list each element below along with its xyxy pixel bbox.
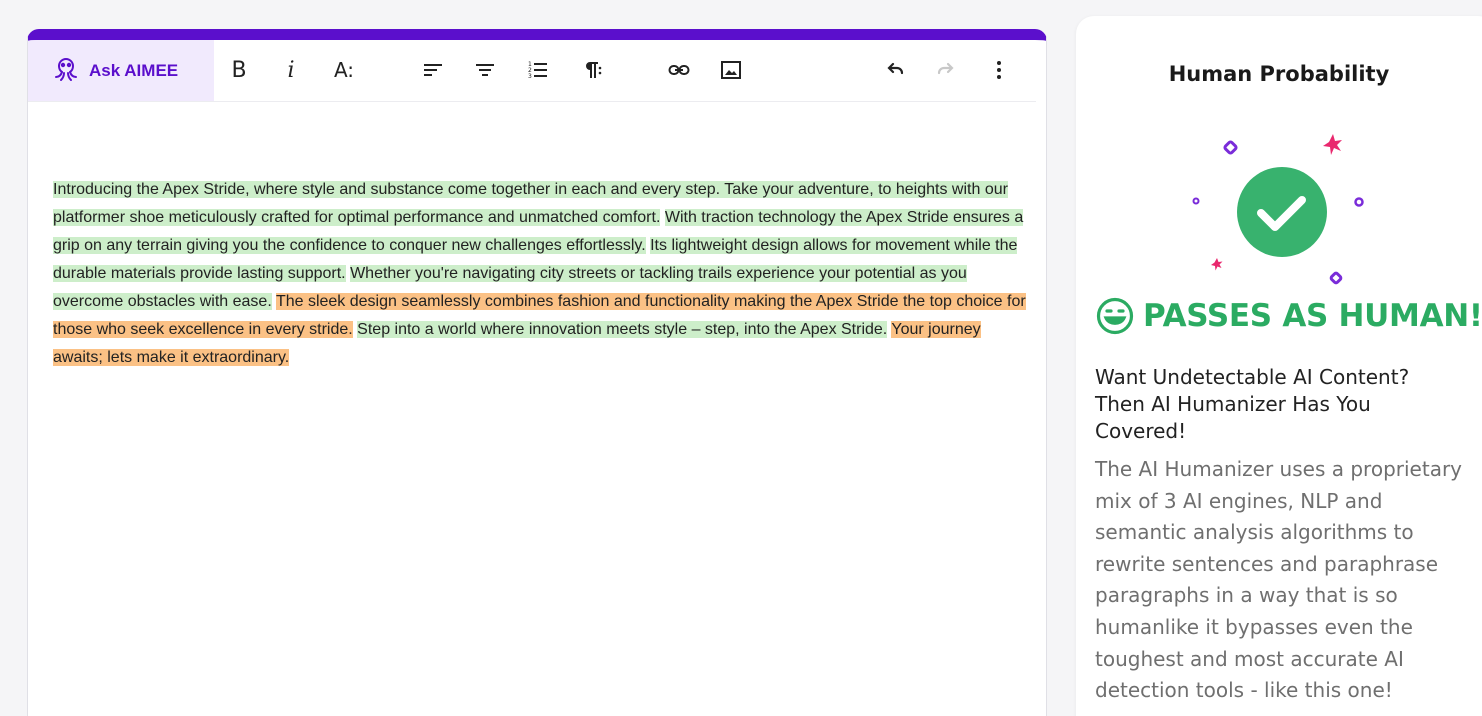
redo-button[interactable] bbox=[931, 54, 963, 86]
more-vert-icon bbox=[997, 61, 1001, 79]
image-icon bbox=[721, 61, 741, 79]
smile-icon bbox=[1096, 297, 1134, 335]
svg-text:3: 3 bbox=[528, 73, 532, 80]
result-title: Human Probability bbox=[1168, 62, 1390, 86]
undo-button[interactable] bbox=[878, 54, 910, 86]
editor-panel: Ask AIMEE B i A: 123 Introducing the Ape… bbox=[27, 29, 1047, 716]
promo-heading: Want Undetectable AI Content? Then AI Hu… bbox=[1095, 365, 1410, 443]
link-icon bbox=[668, 65, 690, 75]
octopus-icon bbox=[51, 53, 81, 88]
insert-image-button[interactable] bbox=[715, 54, 747, 86]
align-left-button[interactable] bbox=[417, 54, 449, 86]
font-size-icon: A: bbox=[333, 58, 355, 82]
result-card: Human Probability PASSES AS HUMAN! Want … bbox=[1076, 16, 1482, 716]
numbered-list-button[interactable]: 123 bbox=[522, 54, 554, 86]
more-options-button[interactable] bbox=[983, 54, 1015, 86]
ask-aimee-label: Ask AIMEE bbox=[89, 60, 179, 80]
italic-button[interactable]: i bbox=[275, 54, 307, 86]
document-text[interactable]: Introducing the Apex Stride, where style… bbox=[53, 176, 1028, 372]
align-center-button[interactable] bbox=[469, 54, 501, 86]
bold-button[interactable]: B bbox=[223, 54, 255, 86]
promo-body: The AI Humanizer uses a proprietary mix … bbox=[1095, 457, 1463, 703]
align-center-icon bbox=[476, 64, 494, 76]
sentence-human: Step into a world where innovation meets… bbox=[357, 321, 888, 338]
align-left-icon bbox=[424, 64, 442, 76]
undo-icon bbox=[887, 62, 904, 75]
italic-icon: i bbox=[287, 57, 295, 83]
bold-icon: B bbox=[231, 57, 247, 83]
ask-aimee-button[interactable]: Ask AIMEE bbox=[28, 40, 214, 101]
editor-toolbar: Ask AIMEE B i A: 123 bbox=[28, 40, 1036, 102]
insert-link-button[interactable] bbox=[663, 54, 695, 86]
font-size-button[interactable]: A: bbox=[328, 54, 360, 86]
check-circle-icon bbox=[1192, 134, 1364, 285]
paragraph-button[interactable] bbox=[575, 54, 607, 86]
numbered-list-icon: 123 bbox=[528, 61, 547, 80]
redo-icon bbox=[937, 62, 954, 75]
verdict-text: PASSES AS HUMAN! bbox=[1143, 298, 1482, 334]
paragraph-icon bbox=[586, 62, 602, 78]
verdict: PASSES AS HUMAN! bbox=[1095, 296, 1482, 336]
